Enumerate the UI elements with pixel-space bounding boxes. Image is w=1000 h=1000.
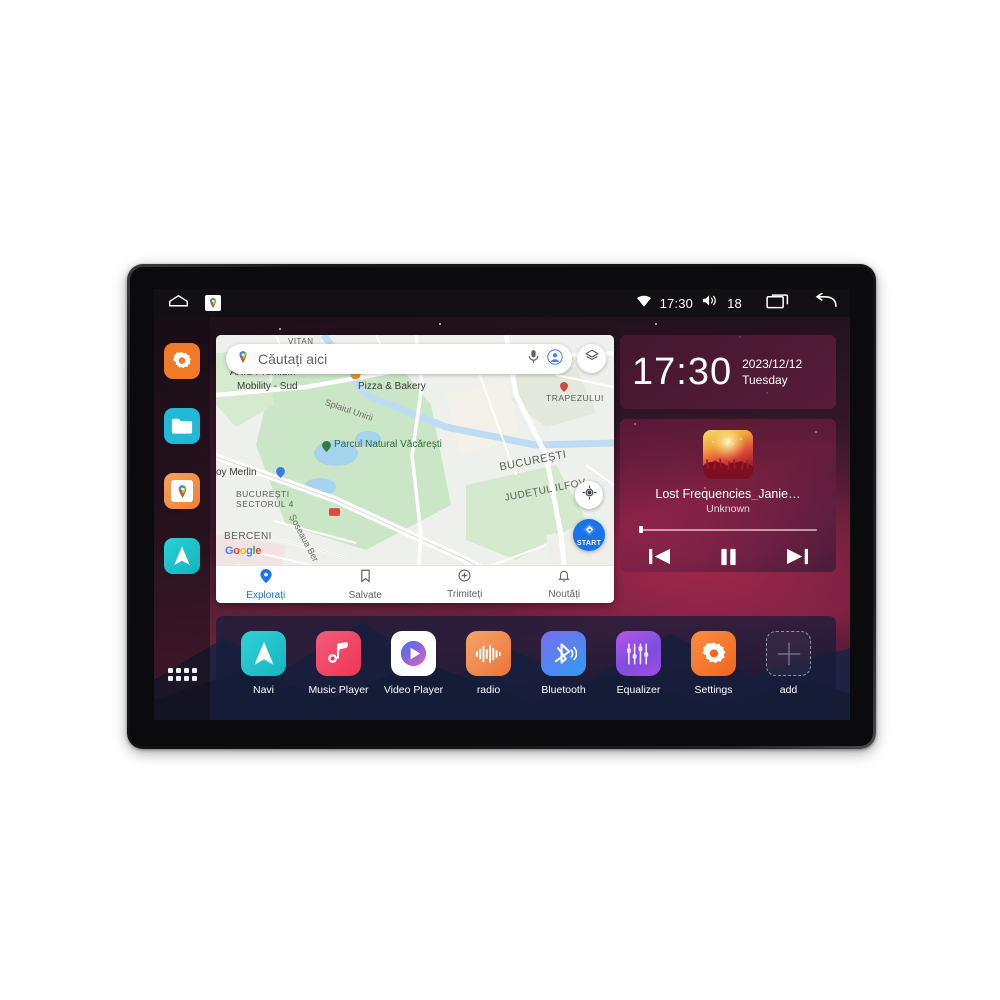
map-search-input[interactable]: Căutați aici [258,351,520,367]
dock-app-add[interactable]: add [754,631,824,696]
map-nav-label: Salvate [348,589,382,601]
dock-app-label: add [779,684,798,696]
dock-app-bluetooth[interactable]: Bluetooth [529,631,599,696]
map-nav-explore[interactable]: Explorați [216,568,316,601]
store-pin-icon [276,465,285,483]
dock-app-label: Navi [252,684,274,696]
next-track-button[interactable] [786,547,809,571]
clock-weekday: Tuesday [742,373,788,387]
google-maps-card[interactable]: VITAN AXIS Premium Mobility - Sud Pizza … [216,335,614,603]
navigation-diamond-icon [583,523,596,541]
recent-apps-icon[interactable] [766,293,789,314]
dock-app-navi[interactable]: Navi [229,631,299,696]
device-bezel: 17:30 18 VITAN Mobility - Sud Pizza & Ba… [130,267,873,746]
sidebar-item-file-manager[interactable] [164,408,200,444]
explore-pin-icon [260,568,272,588]
folder-icon [171,418,193,434]
dock-app-settings[interactable]: Settings [679,631,749,696]
maps-pin-icon [236,350,250,369]
google-watermark: Google [225,545,262,557]
account-circle-icon[interactable] [547,348,563,370]
music-note-icon [316,631,361,676]
radio-waveform-icon [466,631,511,676]
dock-app-equalizer[interactable]: Equalizer [604,631,674,696]
plus-icon [766,631,811,676]
park-pin-icon [322,439,331,457]
dock-app-label: Equalizer [616,684,661,696]
left-app-sidebar [154,317,210,720]
bluetooth-icon [541,631,586,676]
map-bottom-nav: Explorați Salvate Trimiteți Noutăți [216,565,614,603]
status-time: 17:30 [659,295,694,311]
dock-app-label: radio [476,684,501,696]
map-nav-saved[interactable]: Salvate [316,569,416,601]
gear-icon [691,631,736,676]
screenshot-root: 17:30 18 VITAN Mobility - Sud Pizza & Ba… [0,0,1000,1000]
song-artist: Unknown [706,503,750,516]
wifi-icon [636,294,651,312]
google-maps-icon[interactable] [205,295,221,311]
clock-widget[interactable]: 17:30 2023/12/12 Tuesday [620,335,836,409]
car-head-unit-device: 17:30 18 VITAN Mobility - Sud Pizza & Ba… [127,264,876,749]
my-location-button[interactable] [575,481,603,509]
map-nav-updates[interactable]: Noutăți [515,569,615,600]
clock-time: 17:30 [632,351,733,393]
app-dock: Navi Music Player Video Player radio Blu… [216,616,836,711]
sidebar-item-settings[interactable] [164,343,200,379]
navigation-arrow-icon [174,546,190,566]
equalizer-sliders-icon [616,631,661,676]
highway-shield-icon [329,503,340,521]
map-nav-label: Trimiteți [447,589,483,600]
dock-app-label: Bluetooth [541,684,586,696]
dock-app-label: Music Player [308,684,369,696]
volume-icon[interactable] [702,294,718,312]
dock-app-label: Video Player [383,684,444,696]
app-drawer-button[interactable] [164,656,200,692]
bell-icon [558,569,570,587]
poi-pin-icon [560,379,568,397]
music-player-widget[interactable]: Lost Frequencies_Janie… Unknown [620,419,836,572]
map-nav-label: Explorați [246,589,286,601]
song-title: Lost Frequencies_Janie… [655,486,801,501]
pause-button[interactable] [719,547,738,572]
map-pin-icon [171,480,193,502]
bookmark-icon [360,569,371,588]
volume-level: 18 [727,295,742,311]
clock-date: 2023/12/12 [742,356,803,371]
status-bar: 17:30 18 [154,289,850,317]
layers-icon [585,349,599,368]
sidebar-item-navi[interactable] [164,538,200,574]
dock-app-radio[interactable]: radio [454,631,524,696]
navigation-start-button[interactable]: START [573,519,605,551]
android-screen: 17:30 18 VITAN Mobility - Sud Pizza & Ba… [154,289,850,720]
sidebar-item-maps[interactable] [164,473,200,509]
grid-dots-icon [167,667,197,681]
start-button-label: START [576,540,602,547]
dock-app-video-player[interactable]: Video Player [379,631,449,696]
gear-icon [172,352,192,369]
map-search-bar[interactable]: Căutați aici [226,344,572,374]
map-layers-button[interactable] [577,344,606,373]
back-arrow-icon[interactable] [815,292,838,314]
navigation-arrow-icon [241,631,286,676]
map-nav-label: Noutăți [548,589,581,600]
home-icon[interactable] [168,294,189,312]
previous-track-button[interactable] [648,547,671,571]
dock-app-music-player[interactable]: Music Player [304,631,374,696]
progress-knob[interactable] [639,526,643,534]
contribute-plus-icon [458,569,471,587]
music-progress-bar[interactable] [639,525,817,534]
map-nav-contribute[interactable]: Trimiteți [415,569,515,600]
my-location-icon [582,485,597,505]
album-art [703,430,753,479]
play-circle-icon [391,631,436,676]
microphone-icon[interactable] [528,349,539,369]
dock-app-label: Settings [694,684,733,696]
